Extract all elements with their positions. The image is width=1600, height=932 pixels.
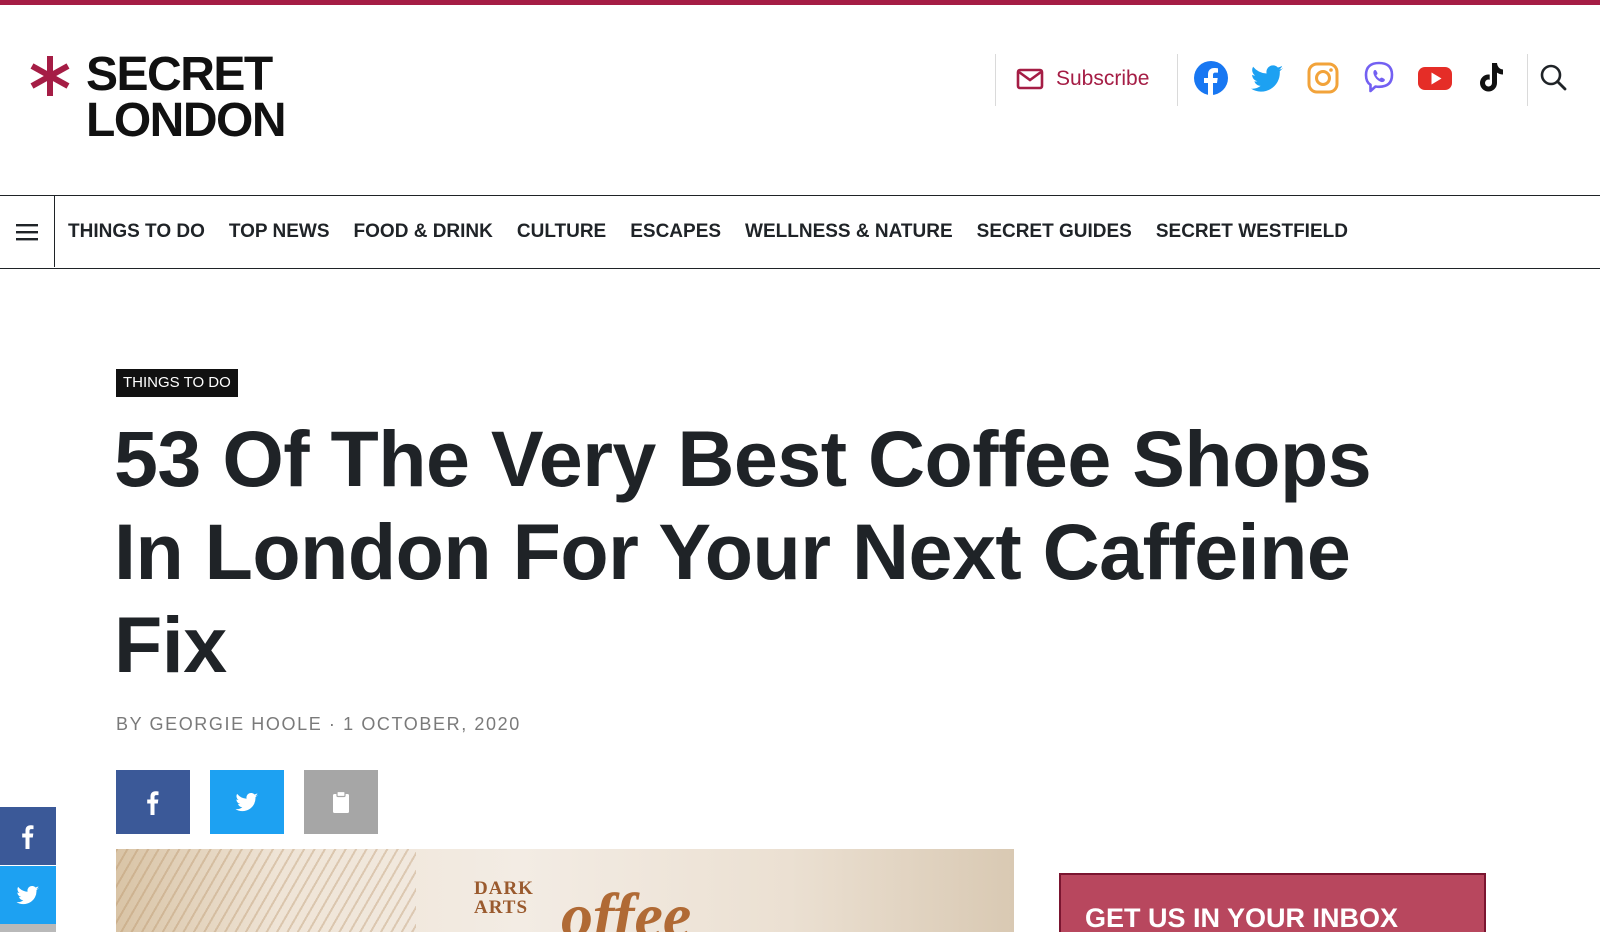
tiktok-link[interactable]	[1472, 59, 1510, 97]
instagram-link[interactable]	[1304, 59, 1342, 97]
subscribe-button[interactable]: Subscribe	[1016, 62, 1149, 96]
floating-share-twitter[interactable]	[0, 866, 56, 924]
search-button[interactable]	[1538, 62, 1570, 94]
site-logo[interactable]: SECRET LONDON	[28, 48, 328, 152]
tiktok-icon	[1480, 63, 1503, 92]
logo-wordmark: SECRET LONDON	[86, 48, 286, 147]
hero-image: DARK ARTS offee	[116, 849, 1014, 932]
facebook-link[interactable]	[1192, 59, 1230, 97]
share-twitter-button[interactable]	[210, 770, 284, 834]
nav-item-culture[interactable]: CULTURE	[517, 221, 606, 243]
twitter-icon	[1251, 65, 1283, 92]
logo-line-2: LONDON	[86, 94, 286, 147]
category-badge[interactable]: THINGS TO DO	[116, 369, 238, 397]
twitter-link[interactable]	[1248, 59, 1286, 97]
facebook-icon	[147, 791, 159, 815]
hamburger-menu-icon	[16, 223, 38, 240]
viber-icon	[1364, 61, 1394, 93]
nav-item-secret-guides[interactable]: SECRET GUIDES	[977, 221, 1132, 243]
article-byline: BY GEORGIE HOOLE · 1 OCTOBER, 2020	[116, 714, 521, 734]
twitter-icon	[16, 885, 39, 905]
header-divider	[995, 54, 996, 106]
hero-sign-line-1: DARK	[474, 878, 534, 899]
logo-line-1: SECRET	[86, 48, 273, 101]
nav-item-escapes[interactable]: ESCAPES	[630, 221, 721, 243]
twitter-icon	[235, 792, 258, 812]
header-divider	[1527, 54, 1528, 106]
facebook-icon	[22, 825, 34, 849]
top-accent-bar	[0, 0, 1600, 5]
search-icon	[1540, 64, 1567, 91]
nav-items: THINGS TO DO TOP NEWS FOOD & DRINK CULTU…	[68, 196, 1372, 267]
facebook-icon	[1194, 61, 1228, 96]
logo-asterisk-icon	[30, 56, 70, 96]
nav-item-secret-westfield[interactable]: SECRET WESTFIELD	[1156, 221, 1348, 243]
envelope-icon	[1016, 68, 1044, 90]
share-facebook-button[interactable]	[116, 770, 190, 834]
hero-ceiling-stripes	[116, 849, 416, 932]
instagram-icon	[1307, 62, 1339, 94]
hero-script-lettering: offee	[561, 880, 692, 932]
floating-share-facebook[interactable]	[0, 807, 56, 865]
nav-item-top-news[interactable]: TOP NEWS	[229, 221, 330, 243]
menu-button[interactable]	[0, 196, 55, 267]
nav-item-things-to-do[interactable]: THINGS TO DO	[68, 221, 205, 243]
nav-item-food-drink[interactable]: FOOD & DRINK	[354, 221, 493, 243]
newsletter-title: GET US IN YOUR INBOX	[1085, 903, 1399, 932]
subscribe-label: Subscribe	[1056, 67, 1150, 90]
nav-item-wellness-nature[interactable]: WELLNESS & NATURE	[745, 221, 953, 243]
clipboard-icon	[333, 790, 349, 813]
header-divider	[1177, 54, 1178, 106]
hero-sign-line-2: ARTS	[474, 897, 529, 918]
hero-shop-sign: DARK ARTS	[474, 879, 534, 917]
newsletter-box: GET US IN YOUR INBOX	[1059, 873, 1486, 932]
main-nav: THINGS TO DO TOP NEWS FOOD & DRINK CULTU…	[0, 195, 1600, 269]
floating-share-more[interactable]	[0, 924, 56, 932]
youtube-icon	[1418, 67, 1452, 90]
article-headline: 53 Of The Very Best Coffee Shops In Lond…	[114, 414, 1372, 689]
copy-link-button[interactable]	[304, 770, 378, 834]
youtube-link[interactable]	[1416, 59, 1454, 97]
viber-link[interactable]	[1360, 59, 1398, 97]
